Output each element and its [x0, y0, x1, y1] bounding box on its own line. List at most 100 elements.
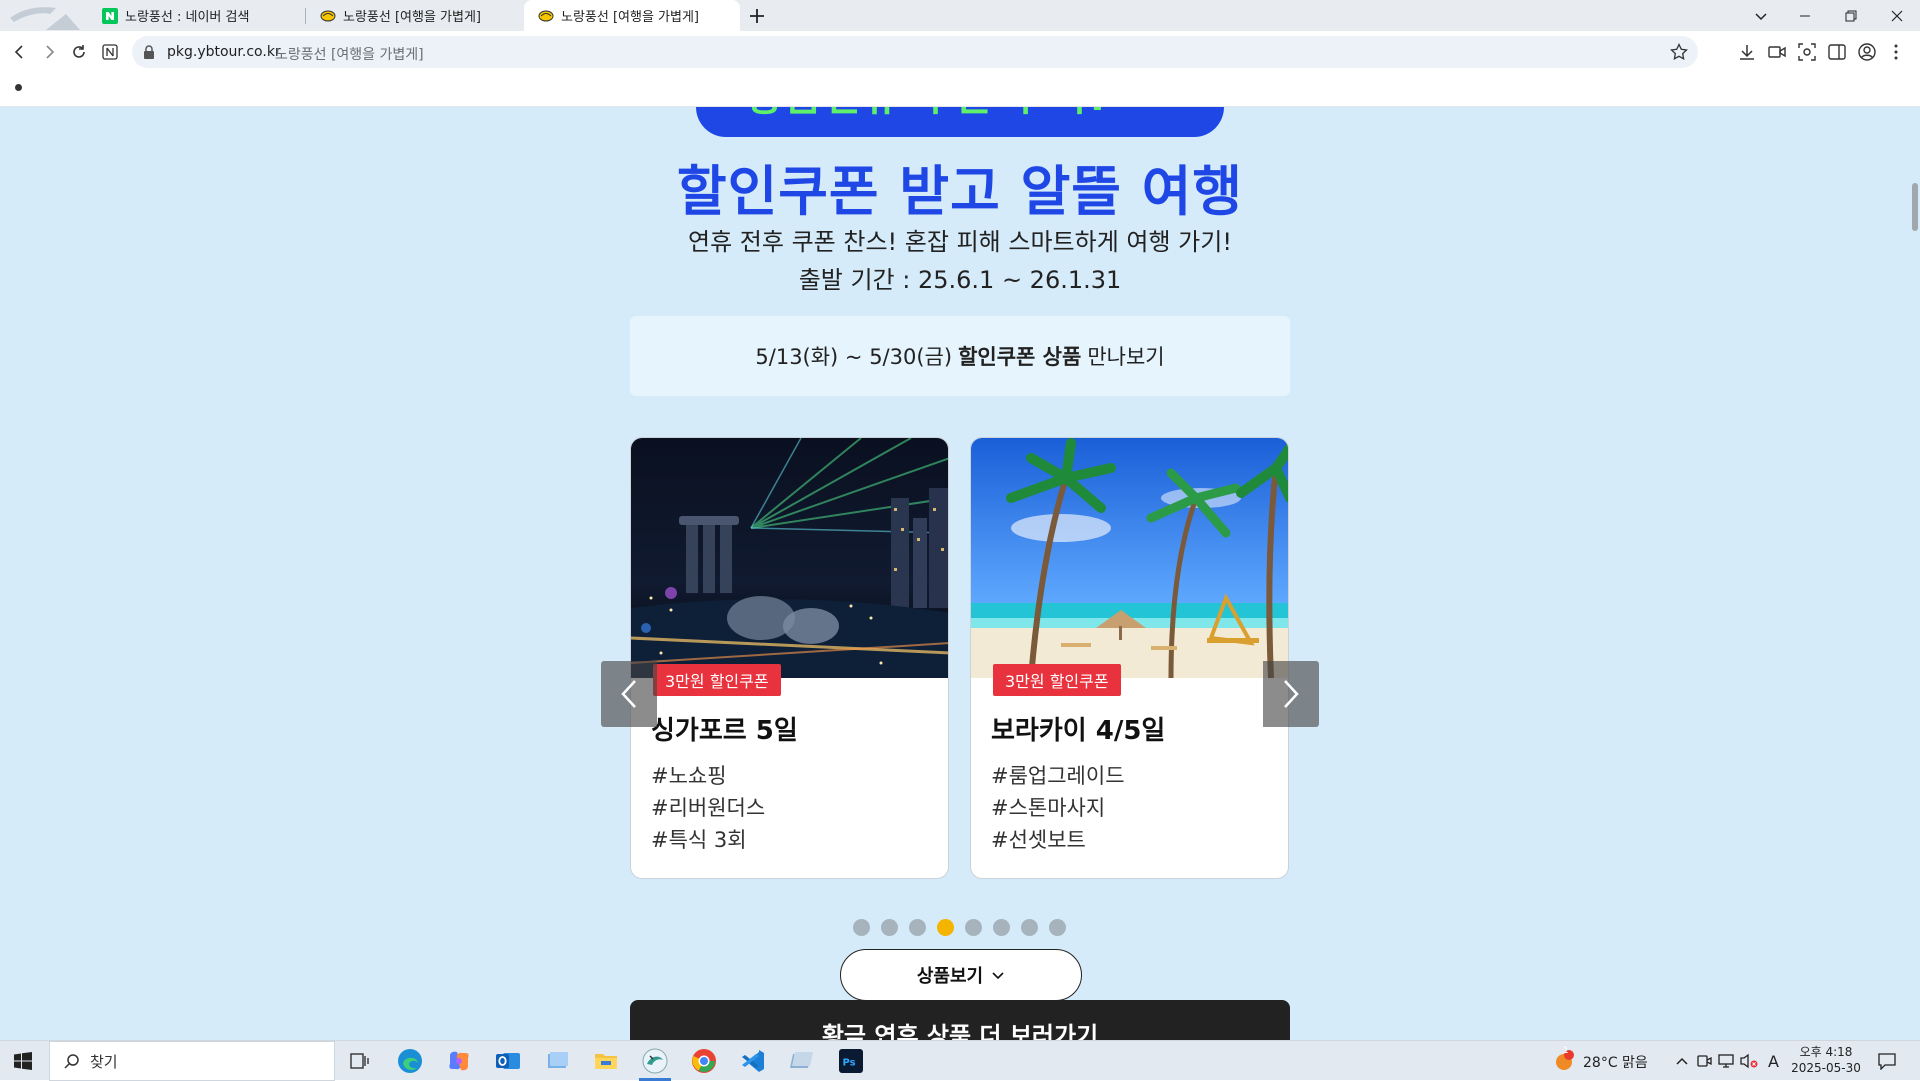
- profile-button[interactable]: [1856, 41, 1878, 63]
- meet-now-icon[interactable]: [1696, 1053, 1712, 1069]
- new-tab-icon[interactable]: [747, 6, 767, 26]
- product-tag: #선셋보트: [991, 828, 1086, 852]
- sidebar-icon: [1828, 44, 1846, 60]
- weather-text: 28°C 맑음: [1583, 1055, 1648, 1071]
- more-vertical-icon: [1894, 44, 1898, 60]
- coupon-period-notice: 5/13(화) ~ 5/30(금) 할인쿠폰 상품 만나보기: [630, 316, 1290, 396]
- promo-headline: 할인쿠폰 받고 알뜰 여행: [676, 160, 1244, 223]
- tab-label: 노랑풍선 [여행을 가볍게]: [561, 10, 700, 25]
- naver-whale-button[interactable]: [99, 41, 121, 63]
- taskbar-app-blue[interactable]: [533, 1041, 581, 1081]
- close-window-button[interactable]: [1874, 0, 1920, 31]
- view-products-button[interactable]: 상품보기: [840, 949, 1082, 1001]
- ime-indicator[interactable]: A: [1768, 1052, 1779, 1071]
- departure-period: 출발 기간 : 25.6.1 ~ 26.1.31: [798, 266, 1122, 294]
- pagination-dot[interactable]: [1049, 919, 1066, 936]
- pagination-dot[interactable]: [993, 919, 1010, 936]
- taskbar-photoshop[interactable]: Ps: [827, 1041, 875, 1081]
- taskbar-app-gray[interactable]: [778, 1041, 826, 1081]
- search-placeholder: 찾기: [90, 1052, 118, 1071]
- network-icon[interactable]: [1718, 1053, 1734, 1069]
- pagination-dot[interactable]: [937, 919, 954, 936]
- chevron-down-icon: [1755, 12, 1767, 20]
- pagination-dot[interactable]: [1021, 919, 1038, 936]
- notice-bold-text: 할인쿠폰 상품: [958, 345, 1082, 369]
- bookmark-bar: [0, 74, 1920, 107]
- balloon-icon: [320, 10, 336, 21]
- address-bar[interactable]: pkg.ybtour.co.kr 노랑풍선 [여행을 가볍게]: [132, 36, 1698, 68]
- windows-logo-icon: [14, 1052, 32, 1070]
- product-tags: #노쇼핑 #리버원더스 #특식 3회: [651, 760, 765, 856]
- forward-button[interactable]: [38, 41, 60, 63]
- capture-button[interactable]: [1796, 41, 1818, 63]
- taskbar-copilot[interactable]: [435, 1041, 483, 1081]
- system-clock[interactable]: 오후 4:18 2025-05-30: [1786, 1044, 1866, 1076]
- arrow-right-icon: [46, 45, 55, 59]
- carousel-next-button[interactable]: [1263, 661, 1319, 727]
- tab-search-button[interactable]: [1738, 0, 1784, 31]
- pagination-dot[interactable]: [965, 919, 982, 936]
- product-card-boracay[interactable]: 3만원 할인쿠폰 보라카이 4/5일 #룸업그레이드 #스톤마사지 #선셋보트: [970, 437, 1289, 879]
- volume-muted-icon[interactable]: [1740, 1053, 1758, 1069]
- url-text: pkg.ybtour.co.kr: [167, 44, 281, 60]
- pagination-dot[interactable]: [909, 919, 926, 936]
- minimize-button[interactable]: [1782, 0, 1828, 31]
- sidebar-button[interactable]: [1826, 41, 1848, 63]
- media-button[interactable]: [1766, 41, 1788, 63]
- tab-ybtour-active[interactable]: 노랑풍선 [여행을 가볍게]: [524, 0, 740, 31]
- bookmark-dot-icon[interactable]: [15, 84, 22, 91]
- tab-ybtour-1[interactable]: 노랑풍선 [여행을 가볍게]: [306, 0, 524, 31]
- taskbar-search-box[interactable]: 찾기: [49, 1041, 335, 1081]
- windows-taskbar: 찾기 Ps 1 28°C 맑음 A 오후 4:18 2025-05-30: [0, 1040, 1920, 1081]
- taskbar-file-explorer[interactable]: [582, 1041, 630, 1081]
- clock-date: 2025-05-30: [1791, 1061, 1861, 1075]
- taskbar-edge[interactable]: [386, 1041, 434, 1081]
- downloads-button[interactable]: [1736, 41, 1758, 63]
- task-view-button[interactable]: [336, 1041, 384, 1081]
- svg-text:Ps: Ps: [843, 1058, 856, 1069]
- product-title: 싱가포르 5일: [651, 716, 798, 746]
- carousel-prev-button[interactable]: [601, 661, 657, 727]
- restore-icon: [1845, 10, 1857, 21]
- taskbar-chrome[interactable]: [680, 1041, 728, 1081]
- bookmark-star-icon[interactable]: [1670, 43, 1688, 61]
- view-products-label: 상품보기: [916, 966, 984, 987]
- browser-toolbar: pkg.ybtour.co.kr 노랑풍선 [여행을 가볍게]: [0, 31, 1920, 74]
- more-holiday-products-bar[interactable]: 황금 연휴 상품 더 보러가기: [630, 1000, 1290, 1040]
- chevron-up-icon[interactable]: [1675, 1055, 1689, 1067]
- lock-icon[interactable]: [140, 43, 158, 61]
- document-stack-icon: [548, 1052, 568, 1068]
- whale-browser-icon: [642, 1048, 668, 1074]
- task-view-icon: [350, 1053, 369, 1069]
- page-scrollbar[interactable]: [1912, 183, 1918, 231]
- taskbar-outlook[interactable]: [484, 1041, 532, 1081]
- chevron-right-icon: [1284, 680, 1299, 708]
- naver-icon: [102, 7, 118, 24]
- taskbar-whale-browser[interactable]: [631, 1041, 679, 1081]
- tab-naver-search[interactable]: 노랑풍선 : 네이버 검색: [88, 0, 306, 31]
- start-button[interactable]: [0, 1041, 46, 1081]
- back-button[interactable]: [9, 41, 31, 63]
- reload-icon: [73, 45, 85, 58]
- restore-button[interactable]: [1828, 0, 1874, 31]
- pagination-dot[interactable]: [881, 919, 898, 936]
- swoosh-decoration: [10, 7, 80, 30]
- notification-icon[interactable]: [1877, 1052, 1897, 1070]
- tab-label: 노랑풍선 : 네이버 검색: [125, 10, 250, 25]
- reload-button[interactable]: [68, 41, 90, 63]
- pagination-dot[interactable]: [853, 919, 870, 936]
- arrow-left-icon: [14, 45, 23, 59]
- menu-button[interactable]: [1885, 41, 1907, 63]
- capture-icon: [1798, 43, 1816, 61]
- singapore-night-photo: [631, 438, 948, 678]
- taskbar-vscode[interactable]: [729, 1041, 777, 1081]
- naver-n-icon: [102, 44, 118, 60]
- promo-subtitle: 연휴 전후 쿠폰 찬스! 혼잡 피해 스마트하게 여행 가기!: [688, 228, 1232, 256]
- profile-icon: [1858, 43, 1876, 61]
- notice-date-range: 5/13(화) ~ 5/30(금): [755, 345, 953, 369]
- product-tag: #스톤마사지: [991, 796, 1106, 820]
- beach-palm-photo: [971, 438, 1288, 678]
- close-icon: [1891, 10, 1903, 21]
- product-title: 보라카이 4/5일: [991, 716, 1166, 746]
- product-card-singapore[interactable]: 3만원 할인쿠폰 싱가포르 5일 #노쇼핑 #리버원더스 #특식 3회: [630, 437, 949, 879]
